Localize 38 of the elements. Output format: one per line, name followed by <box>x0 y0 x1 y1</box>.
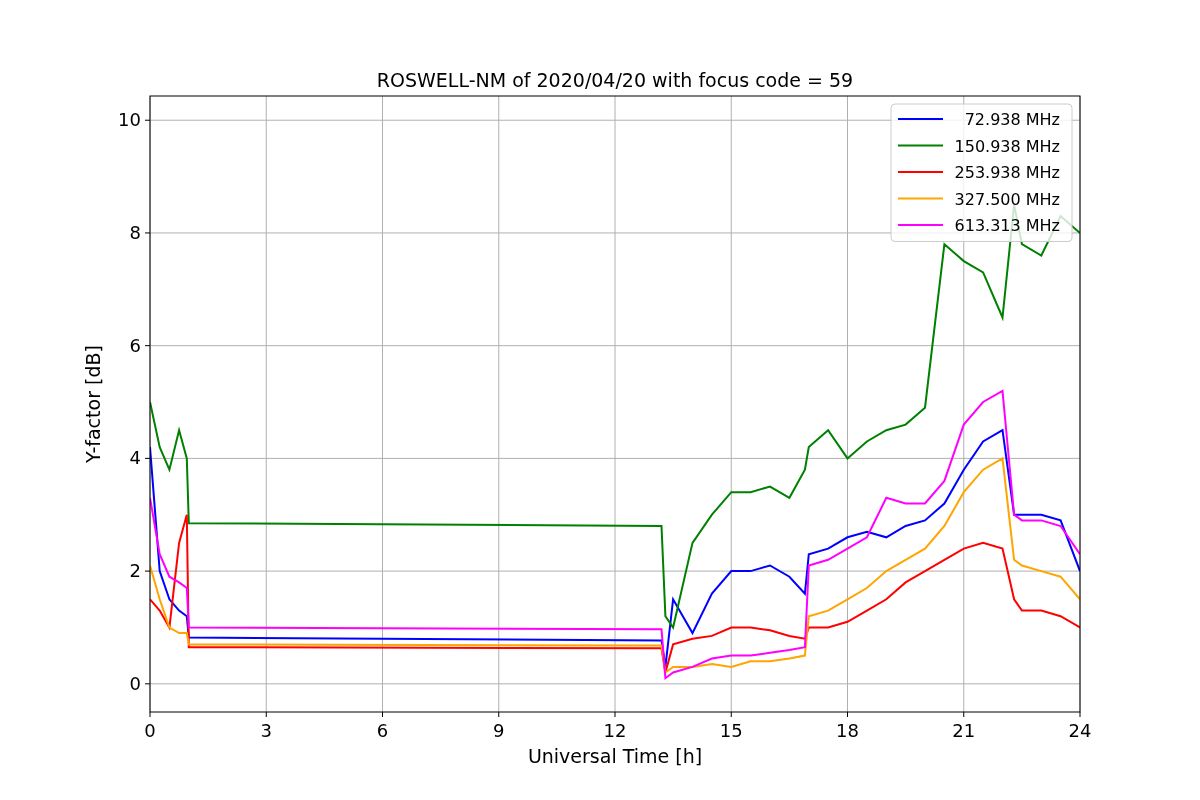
tick-mark <box>144 683 151 685</box>
legend-label: 327.500 MHz <box>954 189 1060 209</box>
tick-mark <box>149 711 151 718</box>
y-tick-label: 2 <box>129 560 141 582</box>
legend-label: 150.938 MHz <box>954 136 1060 156</box>
x-tick-label: 0 <box>144 720 156 741</box>
tick-mark <box>144 457 151 459</box>
tick-mark <box>144 119 151 121</box>
x-tick-label: 15 <box>719 720 743 741</box>
chart-title: ROSWELL-NM of 2020/04/20 with focus code = 59 <box>376 69 854 91</box>
y-axis-label: Y-factor [dB] <box>82 345 104 463</box>
x-tick-label: 18 <box>836 720 859 741</box>
tick-mark <box>144 570 151 572</box>
tick-mark <box>614 711 616 718</box>
tick-mark <box>265 711 267 718</box>
x-tick-label: 3 <box>260 720 272 741</box>
x-axis-label: Universal Time [h] <box>527 745 703 767</box>
x-tick-label: 6 <box>376 720 389 741</box>
tick-mark <box>730 711 732 718</box>
y-tick-label: 4 <box>129 447 141 469</box>
x-tick-label: 12 <box>603 720 627 741</box>
legend-label: 253.938 MHz <box>954 163 1060 182</box>
tick-mark <box>382 711 383 718</box>
legend-label: 613.313 MHz <box>954 216 1060 235</box>
tick-mark <box>144 232 151 234</box>
y-tick-label: 0 <box>129 672 141 694</box>
x-tick-label: 9 <box>493 720 505 741</box>
tick-mark <box>144 345 151 347</box>
legend-label: 72.938 MHz <box>964 110 1060 129</box>
tick-mark <box>963 711 965 718</box>
x-tick-label: 21 <box>952 720 976 741</box>
y-tick-label: 10 <box>118 109 141 131</box>
tick-mark <box>498 711 500 718</box>
y-tick-label: 6 <box>129 334 141 356</box>
tick-mark <box>1079 711 1081 718</box>
y-tick-label: 8 <box>129 221 141 243</box>
tick-mark <box>847 711 848 718</box>
x-tick-label: 24 <box>1068 720 1092 741</box>
